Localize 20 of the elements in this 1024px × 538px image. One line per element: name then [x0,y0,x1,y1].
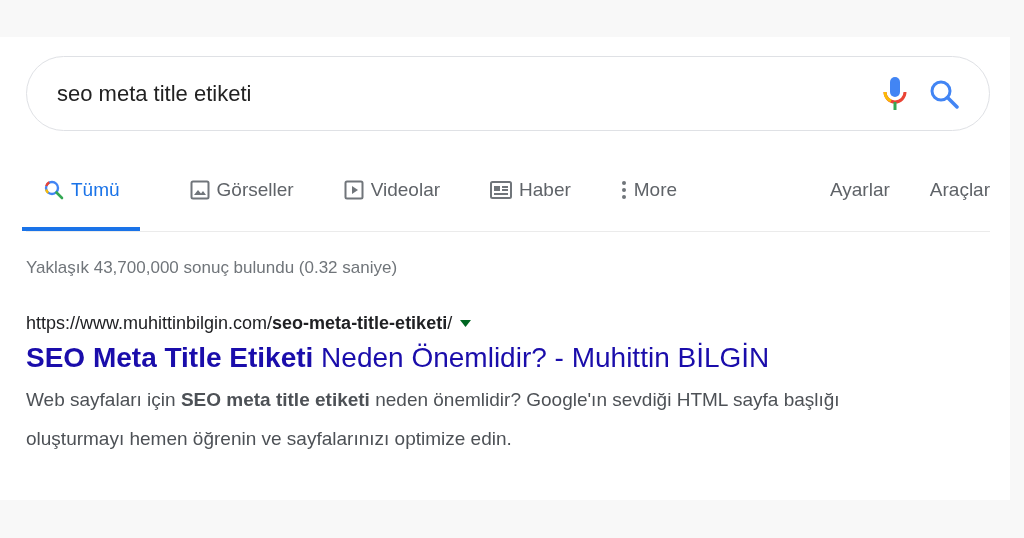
tab[interactable]: Videolar [343,153,441,231]
tools-link[interactable]: Araçlar [929,153,990,231]
tab[interactable]: Tümü [22,153,140,231]
search-icon [44,180,64,200]
search-icon[interactable] [929,78,959,109]
result-url[interactable]: https://www.muhittinbilgin.com/seo-meta-title-etiketi/ [26,313,453,334]
tab[interactable]: More [620,153,678,231]
result-stats: Yaklaşık 43,700,000 sonuç bulundu (0.32 saniye) [26,258,399,278]
result-snippet: Web sayfaları için SEO meta title etiketi neden önemlidir? Google'ın sevdiği HTML sayfa başlığı oluşturmayı hemen öğrenin ve sayfalarınızı optimize edin. [26,388,841,451]
more-icon [620,180,627,200]
play-icon [343,180,364,200]
tab[interactable]: Görseller [189,153,294,231]
dropdown-icon[interactable] [460,320,472,327]
tools-link[interactable]: Ayarlar [829,153,890,231]
microphone-icon[interactable] [883,76,907,111]
image-icon [189,180,210,200]
result-title-link[interactable]: SEO Meta Title Etiketi Neden Önemlidir? - Muhittin BİLGİN [26,342,990,374]
search-input[interactable]: seo meta title etiketi [55,79,883,108]
newspaper-icon [490,181,513,199]
tab[interactable]: Haber [490,153,571,231]
